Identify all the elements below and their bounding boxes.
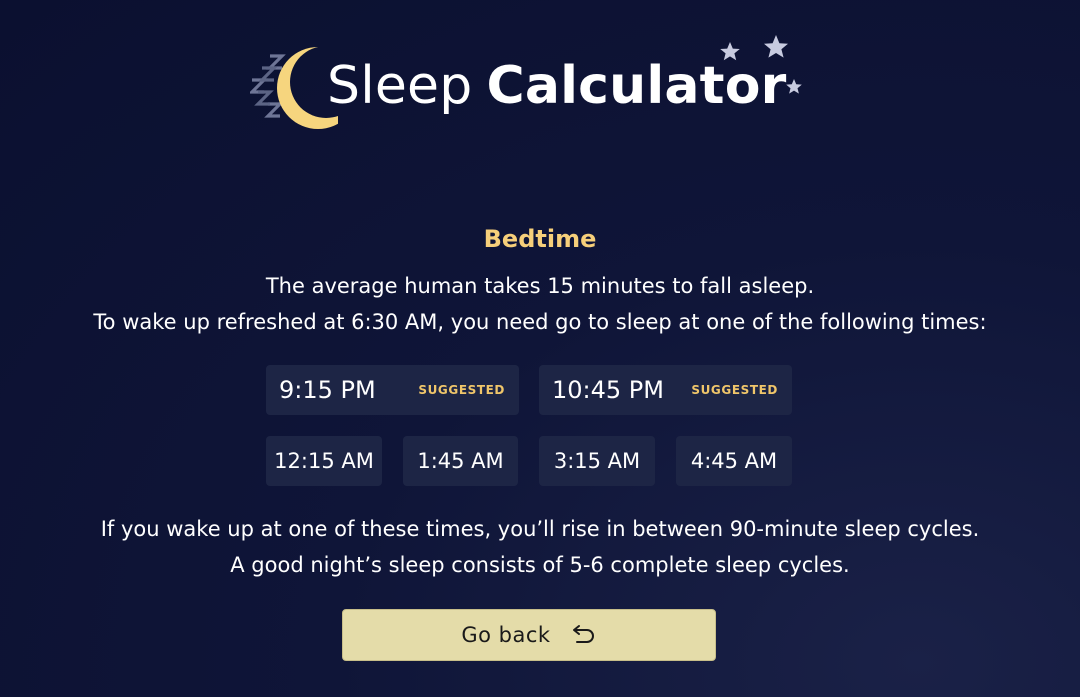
intro-line-2: To wake up refreshed at 6:30 AM, you nee… bbox=[93, 310, 987, 334]
go-back-button[interactable]: Go back bbox=[342, 609, 716, 661]
bedtime-intro: The average human takes 15 minutes to fa… bbox=[0, 268, 1080, 340]
time-button-3[interactable]: 3:15 AM bbox=[539, 436, 655, 486]
time-label: 12:15 AM bbox=[274, 449, 374, 473]
suggested-time-button-2[interactable]: 10:45 PM SUGGESTED bbox=[539, 365, 792, 415]
outro-line-2: A good night’s sleep consists of 5-6 com… bbox=[230, 553, 850, 577]
time-label: 4:45 AM bbox=[690, 449, 778, 473]
intro-line-1: The average human takes 15 minutes to fa… bbox=[265, 274, 815, 298]
undo-arrow-icon bbox=[572, 625, 594, 643]
outro-line-1: If you wake up at one of these times, yo… bbox=[100, 517, 980, 541]
bedtime-heading: Bedtime bbox=[483, 225, 597, 253]
time-label: 1:45 AM bbox=[417, 449, 504, 473]
time-label: 9:15 PM bbox=[279, 376, 376, 404]
suggested-badge: SUGGESTED bbox=[691, 383, 778, 397]
stars-icon bbox=[720, 35, 802, 94]
app-logo: Sleep Calculator bbox=[0, 0, 1080, 140]
time-button-2[interactable]: 1:45 AM bbox=[403, 436, 518, 486]
bedtime-outro: If you wake up at one of these times, yo… bbox=[0, 511, 1080, 583]
time-label: 3:15 AM bbox=[553, 449, 641, 473]
time-button-1[interactable]: 12:15 AM bbox=[266, 436, 382, 486]
time-label: 10:45 PM bbox=[552, 376, 664, 404]
suggested-badge: SUGGESTED bbox=[418, 383, 505, 397]
title-light: Sleep bbox=[327, 56, 473, 116]
suggested-time-button-1[interactable]: 9:15 PM SUGGESTED bbox=[266, 365, 519, 415]
time-button-4[interactable]: 4:45 AM bbox=[676, 436, 792, 486]
go-back-label: Go back bbox=[461, 623, 551, 647]
